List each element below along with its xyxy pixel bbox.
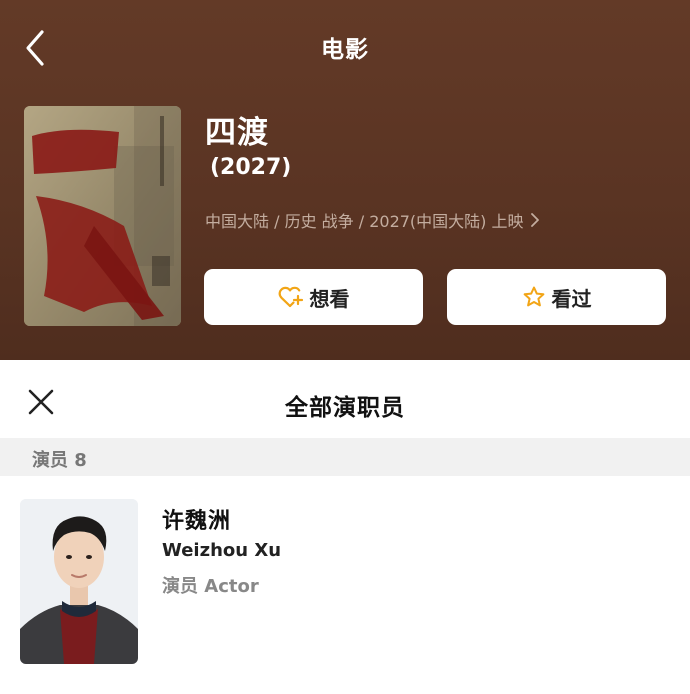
cast-photo-image xyxy=(20,499,138,664)
movie-year: (2027) xyxy=(210,155,292,180)
cast-section-label: 演员 8 xyxy=(32,450,87,471)
cast-sheet-title: 全部演职员 xyxy=(285,395,405,421)
star-icon xyxy=(523,286,544,307)
want-to-watch-button[interactable]: 想看 xyxy=(204,269,423,325)
want-to-watch-label: 想看 xyxy=(309,286,350,311)
cast-section-header: 演员 8 xyxy=(0,438,690,476)
cast-name-chinese: 许魏洲 xyxy=(162,509,232,534)
movie-poster[interactable] xyxy=(24,106,181,326)
watched-button[interactable]: 看过 xyxy=(447,269,666,325)
watched-label: 看过 xyxy=(551,286,592,311)
cast-list: 许魏洲 Weizhou Xu 演员 Actor xyxy=(0,476,690,694)
cast-avatar xyxy=(20,499,138,664)
cast-name-english: Weizhou Xu xyxy=(162,540,282,561)
poster-image xyxy=(24,106,181,326)
heart-plus-icon xyxy=(278,286,303,308)
movie-header: 电影 四渡 (2027) 中国大陆 / 历史 战争 / 2027(中国大陆) 上… xyxy=(0,0,690,360)
nav-title: 电影 xyxy=(321,37,369,63)
movie-meta-text: 中国大陆 / 历史 战争 / 2027(中国大陆) 上映 xyxy=(205,212,524,231)
chevron-right-icon xyxy=(530,213,539,227)
cast-role: 演员 Actor xyxy=(162,576,259,597)
movie-meta-link[interactable]: 中国大陆 / 历史 战争 / 2027(中国大陆) 上映 xyxy=(205,208,540,232)
movie-title: 四渡 xyxy=(205,115,269,151)
cast-list-item[interactable]: 许魏洲 Weizhou Xu 演员 Actor xyxy=(0,476,690,676)
cast-sheet-header: 全部演职员 xyxy=(0,360,690,438)
